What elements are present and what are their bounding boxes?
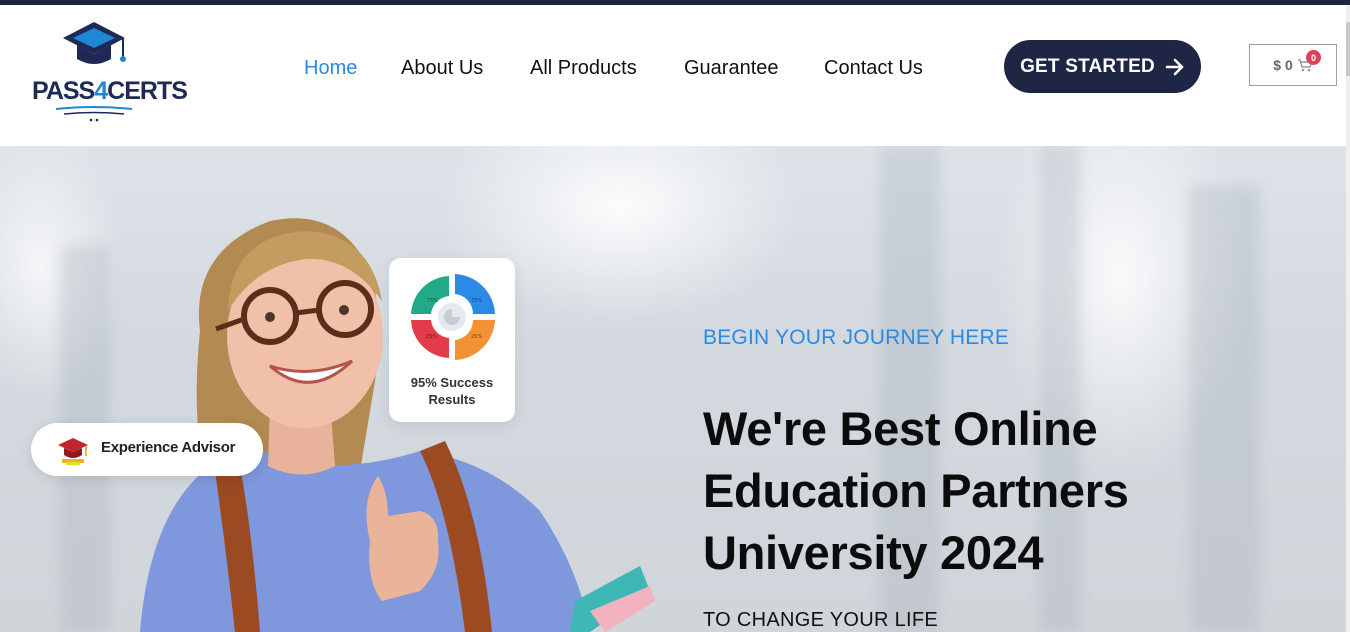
success-stat-card: 75% 75% 25% 25% 95% Success Results: [389, 258, 515, 422]
nav-guarantee[interactable]: Guarantee: [684, 57, 779, 80]
logo-text-four: 4: [94, 77, 108, 105]
cart-amount: $ 0: [1273, 57, 1293, 73]
hero-headline-line2: Education Partners: [703, 464, 1129, 517]
hero-headline-line1: We're Best Online: [703, 402, 1098, 455]
success-stat-line1: 95% Success: [410, 375, 494, 390]
nav-all-products[interactable]: All Products: [530, 57, 637, 80]
success-stat-line2: Results: [428, 392, 476, 407]
chart-label: 75%: [471, 298, 482, 304]
hero-headline: We're Best Online Education Partners Uni…: [703, 398, 1303, 584]
cart-button[interactable]: $ 0 0: [1249, 44, 1337, 86]
experience-advisor-label: Experience Advisor: [101, 439, 236, 456]
nav-contact-us[interactable]: Contact Us: [824, 57, 923, 80]
success-pie-chart-icon: 75% 75% 25% 25%: [411, 274, 495, 360]
nav-home[interactable]: Home: [304, 57, 357, 80]
mortarboard-logo-icon: [55, 22, 133, 122]
page-scrollbar-thumb[interactable]: [1346, 22, 1350, 76]
arrow-right-icon: [1165, 58, 1184, 75]
hero-tagline: BEGIN YOUR JOURNEY HERE: [703, 326, 1010, 349]
page-scrollbar[interactable]: [1346, 5, 1350, 632]
chart-label: 25%: [471, 334, 482, 340]
success-stat-label: 95% Success Results: [389, 374, 515, 408]
chart-label: 25%: [426, 334, 437, 340]
get-started-button[interactable]: GET STARTED: [1004, 40, 1201, 93]
chart-label: 75%: [427, 298, 438, 304]
hero-section: 75% 75% 25% 25% 95% Success Results Expe…: [0, 146, 1346, 632]
logo-text-certs: CERTS: [107, 77, 188, 105]
logo-text: PASS4CERTS: [32, 77, 188, 106]
experience-advisor-badge: Experience Advisor: [31, 423, 263, 476]
site-logo[interactable]: PASS4CERTS: [32, 19, 188, 123]
nav-about-us[interactable]: About Us: [401, 57, 483, 80]
site-header: PASS4CERTS Home About Us All Products Gu…: [0, 5, 1350, 146]
hero-headline-line3: University 2024: [703, 526, 1044, 579]
cart-count-badge: 0: [1306, 50, 1321, 65]
hero-subline: TO CHANGE YOUR LIFE: [703, 609, 939, 631]
get-started-label: GET STARTED: [1020, 55, 1155, 77]
graduation-cap-icon: [58, 438, 88, 465]
logo-text-pass: PASS: [32, 77, 95, 105]
